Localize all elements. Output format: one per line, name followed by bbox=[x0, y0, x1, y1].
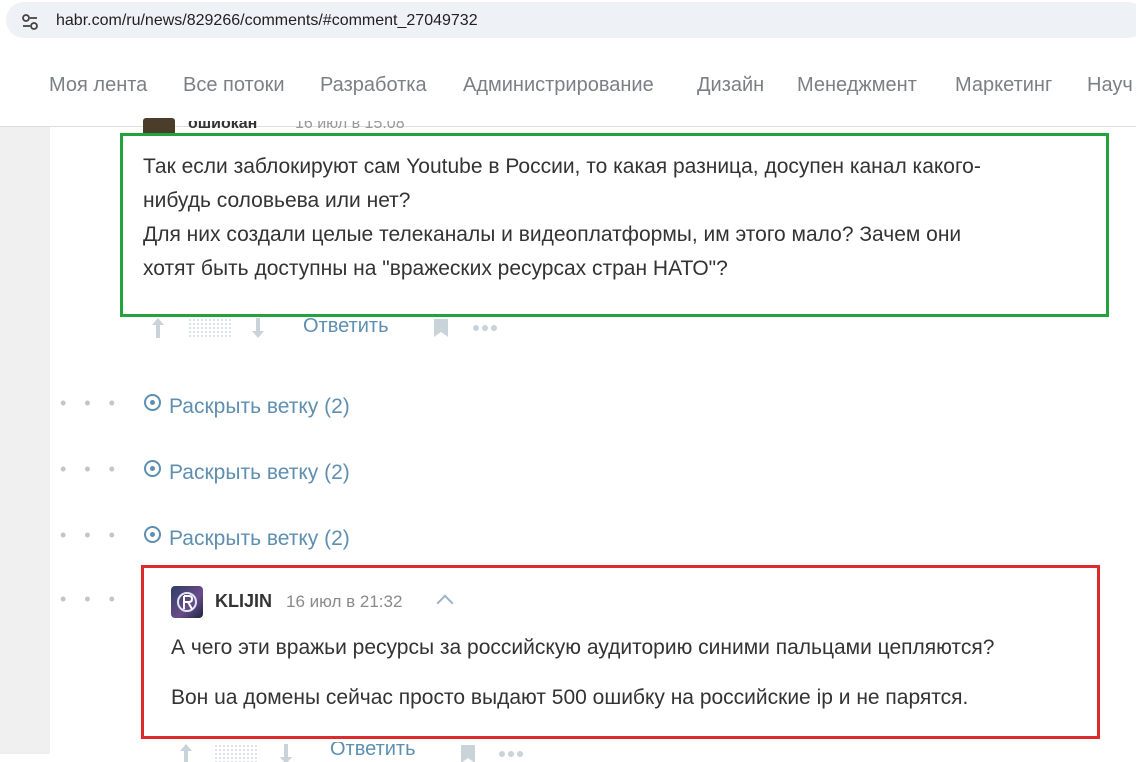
comment-date[interactable]: 16 июл в 21:32 bbox=[286, 592, 402, 612]
nav-item-all-streams[interactable]: Все потоки bbox=[183, 74, 285, 97]
comment-line: хотят быть доступны на "вражеских ресурс… bbox=[143, 257, 728, 280]
rating-placeholder-icon bbox=[214, 744, 258, 762]
downvote-icon[interactable] bbox=[278, 742, 294, 762]
bookmark-icon[interactable] bbox=[460, 744, 476, 762]
comment-line: Для них создали целые телеканалы и видео… bbox=[143, 223, 962, 246]
expand-thread-label[interactable]: Раскрыть ветку (2) bbox=[169, 395, 350, 418]
nav-item-administration[interactable]: Администрирование bbox=[463, 74, 654, 97]
downvote-icon[interactable] bbox=[250, 316, 266, 340]
comment-actions: Ответить bbox=[172, 742, 572, 762]
comment-body: Так если заблокируют сам Youtube в Росси… bbox=[143, 150, 1093, 286]
nav-item-design[interactable]: Дизайн bbox=[697, 74, 764, 97]
reply-button[interactable]: Ответить bbox=[303, 315, 389, 338]
nav-item-management[interactable]: Менеджмент bbox=[797, 74, 917, 97]
thread-depth-dots: ••• bbox=[60, 525, 133, 545]
bookmark-icon[interactable] bbox=[433, 318, 449, 338]
comment-author[interactable]: KLIJIN bbox=[215, 591, 272, 612]
nav-item-my-feed[interactable]: Моя лента bbox=[49, 74, 147, 97]
expand-icon bbox=[144, 526, 161, 543]
avatar-logo-icon bbox=[177, 592, 197, 612]
rating-placeholder-icon bbox=[188, 318, 232, 338]
nav-item-development[interactable]: Разработка bbox=[320, 74, 427, 97]
comment-actions: Ответить bbox=[148, 312, 548, 342]
url-pill[interactable]: habr.com/ru/news/829266/comments/#commen… bbox=[6, 2, 1136, 38]
thread-depth-dots: ••• bbox=[60, 459, 133, 479]
thread-depth-dots: ••• bbox=[60, 589, 133, 609]
browser-address-bar: habr.com/ru/news/829266/comments/#commen… bbox=[0, 0, 1136, 40]
comment-paragraph: Вон ua домены сейчас просто выдают 500 о… bbox=[171, 686, 969, 709]
habr-nav: Моя лента Все потоки Разработка Админист… bbox=[0, 48, 1136, 127]
thread-depth-dots: ••• bbox=[60, 393, 133, 413]
reply-button[interactable]: Ответить bbox=[330, 742, 416, 761]
comment-paragraph: А чего эти вражьи ресурсы за российскую … bbox=[171, 636, 995, 659]
expand-thread-label[interactable]: Раскрыть ветку (2) bbox=[169, 527, 350, 550]
more-icon[interactable] bbox=[472, 324, 498, 332]
tune-icon[interactable] bbox=[20, 12, 40, 32]
expand-thread-link[interactable]: Раскрыть ветку (2) bbox=[144, 460, 350, 485]
expand-thread-label[interactable]: Раскрыть ветку (2) bbox=[169, 461, 350, 484]
expand-icon bbox=[144, 394, 161, 411]
upvote-icon[interactable] bbox=[150, 316, 166, 340]
comment-line: нибудь соловьева или нет? bbox=[143, 189, 411, 212]
expand-thread-link[interactable]: Раскрыть ветку (2) bbox=[144, 526, 350, 551]
expand-thread-link[interactable]: Раскрыть ветку (2) bbox=[144, 394, 350, 419]
url-text[interactable]: habr.com/ru/news/829266/comments/#commen… bbox=[56, 12, 478, 30]
upvote-icon[interactable] bbox=[178, 742, 194, 762]
nav-item-marketing[interactable]: Маркетинг bbox=[955, 74, 1052, 97]
expand-icon bbox=[144, 460, 161, 477]
comment-line: Так если заблокируют сам Youtube в Росси… bbox=[143, 155, 981, 178]
avatar[interactable] bbox=[171, 586, 203, 618]
nav-item-science[interactable]: Науч bbox=[1087, 74, 1133, 97]
more-icon[interactable] bbox=[498, 750, 524, 758]
